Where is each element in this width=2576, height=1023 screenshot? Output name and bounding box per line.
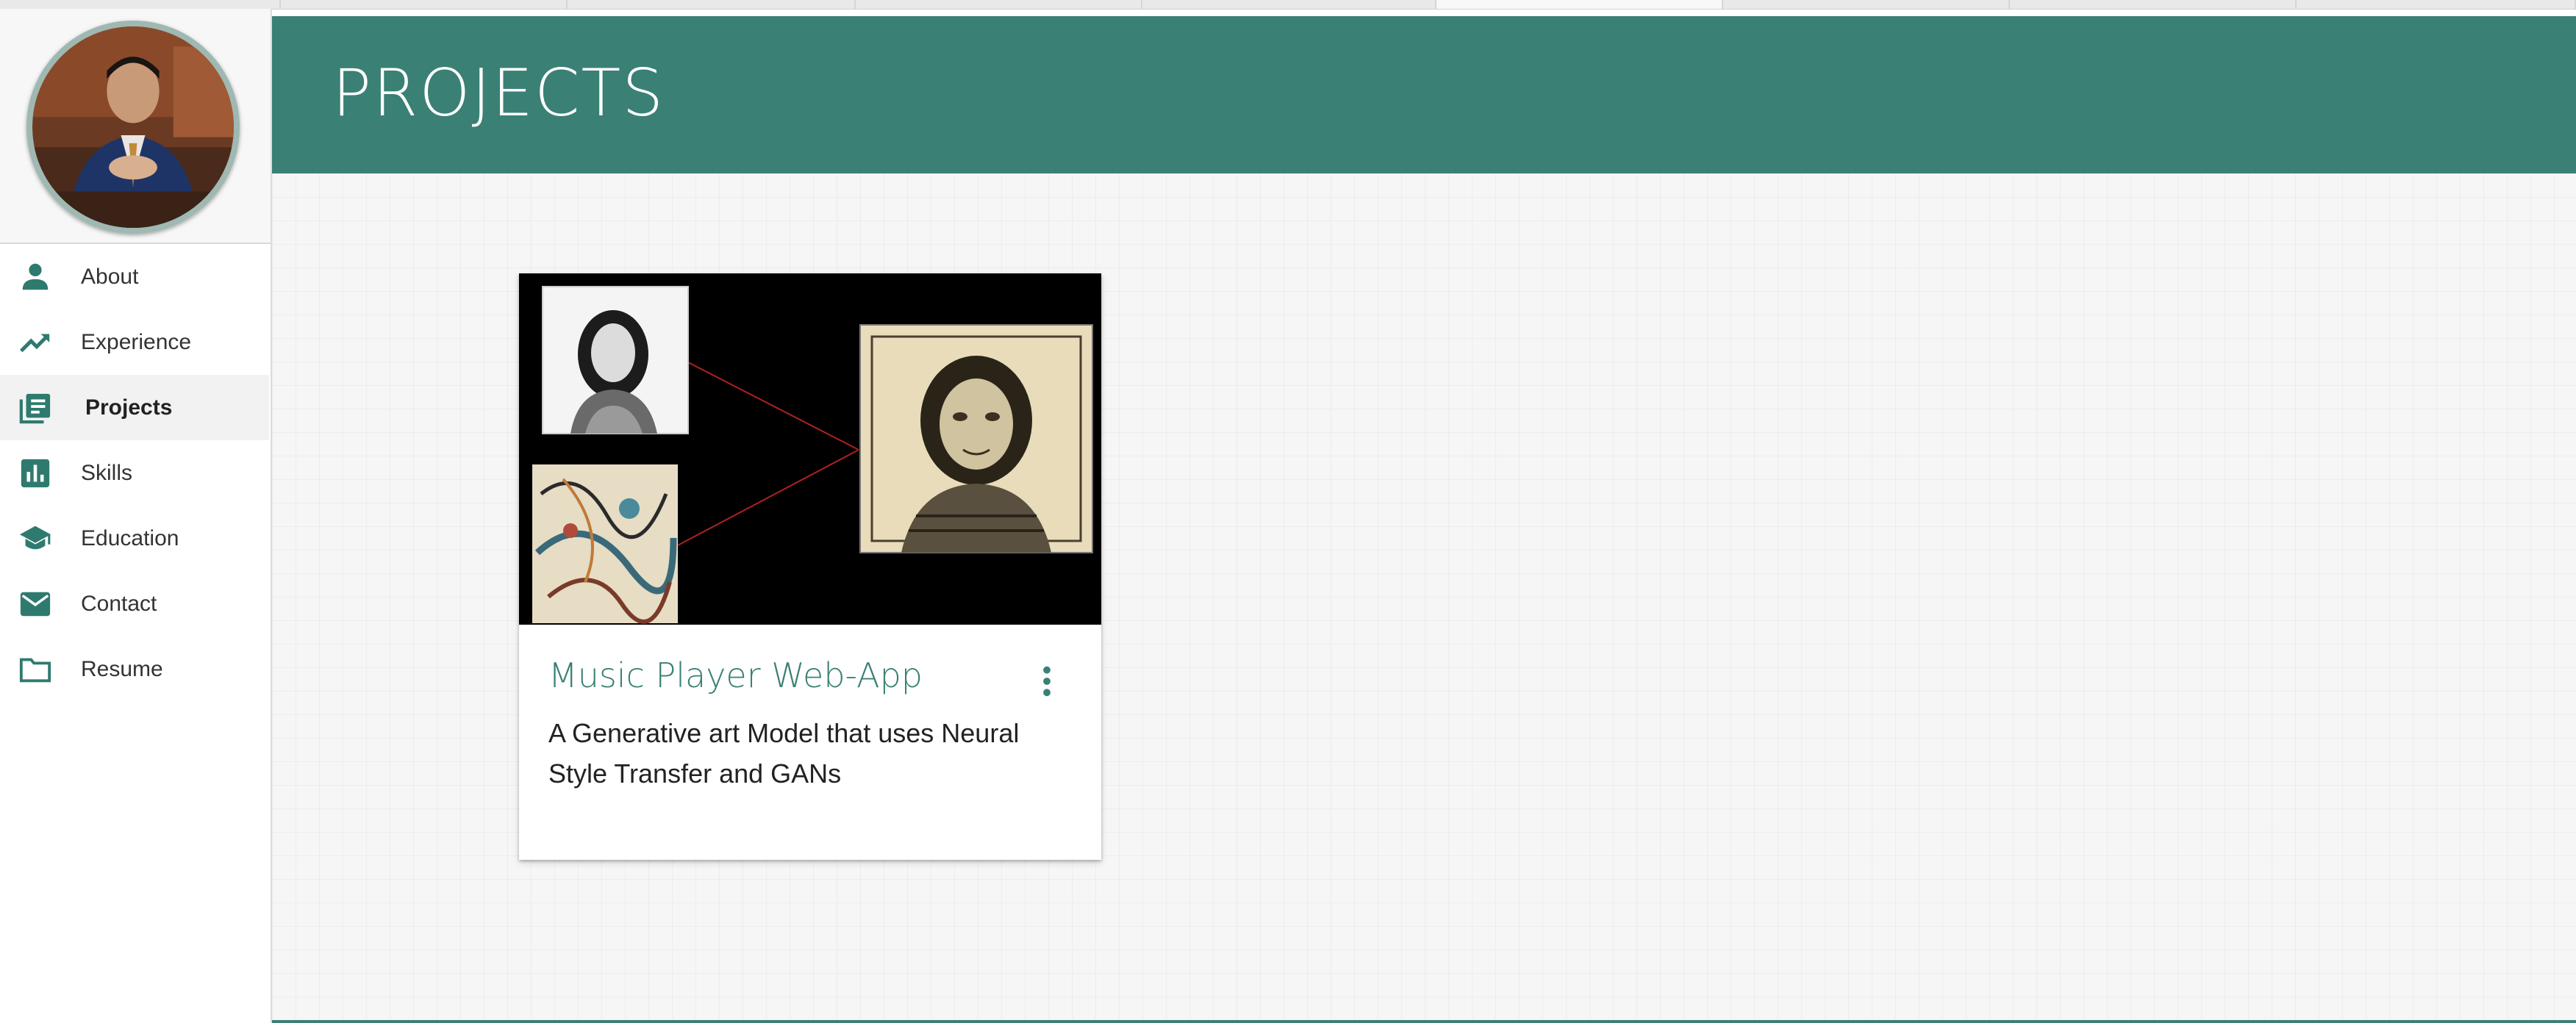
browser-tab[interactable] — [1142, 0, 1437, 9]
sidebar-item-projects[interactable]: Projects — [0, 375, 269, 440]
bar-chart-icon — [16, 456, 54, 490]
avatar — [26, 21, 240, 234]
browser-tab[interactable] — [568, 0, 856, 9]
footer-divider — [272, 1020, 2576, 1023]
browser-tab[interactable] — [2010, 0, 2297, 9]
card-description: A Generative art Model that uses Neural … — [548, 718, 1020, 789]
sidebar-item-label: Education — [81, 526, 179, 550]
sidebar-item-label: Projects — [85, 395, 173, 420]
browser-tab[interactable] — [1723, 0, 2010, 9]
sidebar-item-label: Contact — [81, 592, 157, 616]
project-thumbnail — [519, 273, 1101, 625]
page-title: PROJECTS — [332, 55, 665, 131]
card-title[interactable]: Music Player Web-App — [548, 656, 923, 695]
person-icon — [16, 260, 54, 294]
sidebar-item-label: About — [81, 265, 139, 289]
browser-tab[interactable] — [1437, 0, 1723, 9]
sidebar-item-education[interactable]: Education — [0, 506, 269, 571]
browser-tab[interactable] — [0, 0, 281, 9]
page-header: PROJECTS — [272, 16, 2576, 173]
mail-icon — [16, 587, 54, 621]
sidebar-item-label: Experience — [81, 330, 192, 354]
sidebar-item-contact[interactable]: Contact — [0, 571, 269, 636]
browser-tab-strip — [0, 0, 2576, 10]
sidebar-item-experience[interactable]: Experience — [0, 309, 269, 375]
browser-tab[interactable] — [856, 0, 1142, 9]
browser-tab[interactable] — [2297, 0, 2576, 9]
more-vert-icon[interactable] — [1037, 664, 1057, 698]
sidebar-nav: About Experience Projects Skills Educati… — [0, 244, 269, 702]
profile-header — [0, 9, 271, 244]
sidebar-item-label: Skills — [81, 461, 133, 485]
project-card[interactable]: Music Player Web-App A Generative art Mo… — [519, 273, 1101, 860]
folder-icon — [16, 653, 54, 686]
sidebar: About Experience Projects Skills Educati… — [0, 9, 272, 1023]
trending-up-icon — [16, 326, 54, 359]
browser-tab[interactable] — [281, 0, 568, 9]
sidebar-item-resume[interactable]: Resume — [0, 636, 269, 702]
sidebar-item-about[interactable]: About — [0, 244, 269, 309]
sidebar-item-skills[interactable]: Skills — [0, 440, 269, 506]
graduation-cap-icon — [16, 522, 54, 556]
sidebar-item-label: Resume — [81, 657, 163, 681]
library-books-icon — [16, 391, 54, 425]
